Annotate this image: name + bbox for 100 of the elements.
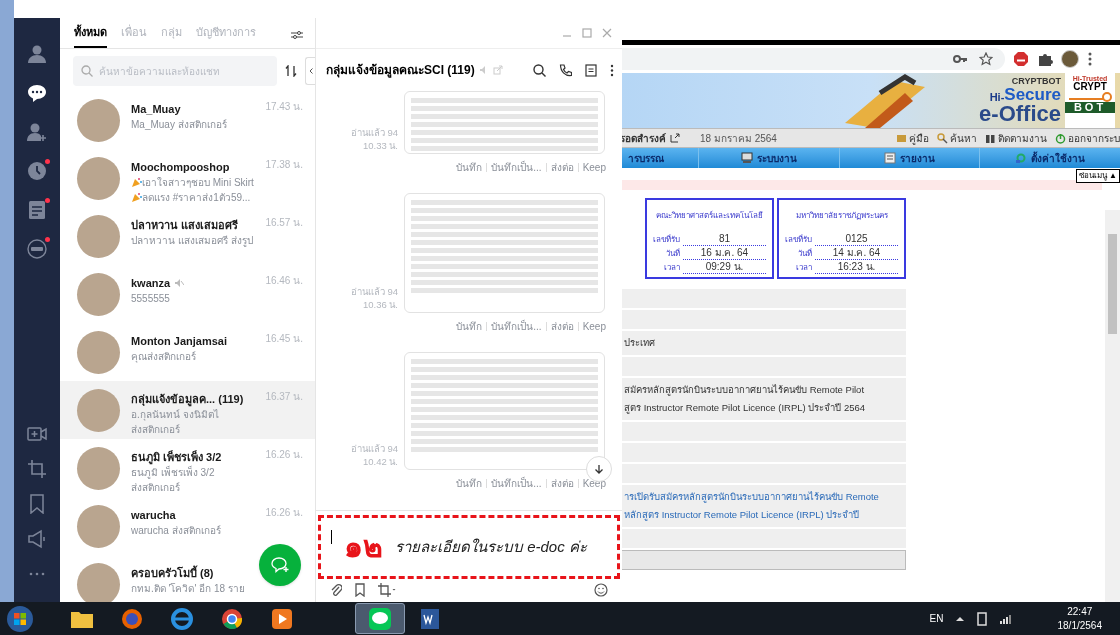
chevron-up-icon[interactable]: [955, 615, 964, 622]
toolbar-link[interactable]: ค้นหา: [950, 130, 977, 146]
chat-name: ปลาหวาน แสงเสมอศรี: [131, 218, 239, 233]
avatar-placeholder: [77, 447, 120, 490]
logo-text: Secure: [1004, 86, 1061, 103]
message-action-link[interactable]: บันทึก: [456, 160, 483, 175]
chat-name: Monton Janjamsai: [131, 334, 227, 349]
binoculars-icon[interactable]: [985, 132, 996, 144]
clock-time[interactable]: 22:47: [1067, 604, 1093, 619]
message-action-link[interactable]: บันทึกเป็น...: [491, 319, 542, 334]
read-receipt: อ่านแล้ว 94: [350, 126, 398, 139]
search-field[interactable]: ค้นหาข้อความและห้องแชท: [73, 56, 277, 86]
crop-icon[interactable]: [378, 583, 396, 597]
logo-text: CRYPTBOT: [1011, 77, 1061, 86]
toolbar-link[interactable]: ติดตามงาน: [998, 130, 1047, 146]
message-action-link[interactable]: ส่งต่อ: [550, 160, 574, 175]
message-preview: เอาใจสาวๆชอบ Mini Skirt: [142, 176, 254, 190]
crop-icon[interactable]: [27, 459, 47, 479]
chat-name: ธนภูมิ เพ็ชรเพ็ง 3/2: [131, 449, 222, 465]
document-link[interactable]: ารเปิดรับสมัครหลักสูตรนักบินระบบอากาศยานไร้คนขับ Remote: [624, 489, 906, 505]
message-action-link[interactable]: Keep: [582, 476, 606, 491]
message-action-link[interactable]: บันทึก: [456, 319, 483, 334]
network-icon[interactable]: [975, 611, 988, 626]
key-drawing: [1067, 92, 1113, 102]
tab[interactable]: ทั้งหมด: [74, 23, 107, 48]
message-preview: อ.กุลนันทน์ จงนิมิตไ: [131, 408, 219, 422]
avatar-placeholder: [77, 331, 120, 374]
search-icon: [81, 65, 93, 77]
chat-list-item[interactable]: กลุ่มแจ้งข้อมูลค... (119) อ.กุลนันทน์ จงนิมิตไ ส่งสติกเกอร์ 16.37 น.: [60, 381, 315, 439]
date-text: 18 มกราคม 2564: [700, 131, 777, 146]
message-action-link[interactable]: บันทึกเป็น...: [491, 160, 542, 175]
toolbar-link[interactable]: ออกจากระบ: [1068, 130, 1120, 146]
chat-time: 16.26 น.: [265, 506, 303, 520]
avatar-placeholder: [77, 563, 120, 602]
add-person-icon[interactable]: [27, 122, 47, 142]
more-icon[interactable]: [1087, 51, 1093, 67]
menu-item[interactable]: ตั้งค่าใช้งาน: [979, 148, 1120, 168]
scrollbar[interactable]: [1105, 210, 1120, 602]
video-add-icon[interactable]: [27, 424, 47, 444]
signal-icon[interactable]: [999, 613, 1012, 624]
key-icon[interactable]: [953, 52, 967, 66]
avatar-placeholder: [77, 157, 120, 200]
document-link[interactable]: หลักสูตร Instructor Remote Pilot Licence (IRPL) ประจำปี: [624, 507, 906, 523]
note-icon[interactable]: [585, 63, 597, 77]
toolbar-link[interactable]: คู่มือ: [909, 130, 929, 146]
chevron-left-icon: [308, 68, 313, 74]
more-icon[interactable]: [610, 63, 614, 77]
field-label: วันที่: [665, 247, 681, 260]
avatar-placeholder[interactable]: [1061, 50, 1079, 68]
avatar-placeholder: [77, 389, 120, 432]
field-label: เวลา: [663, 262, 681, 274]
speech-bubble-icon: [367, 605, 393, 632]
chat-time: 17.43 น.: [265, 100, 303, 114]
avatar-placeholder: [77, 99, 120, 142]
paperclip-icon[interactable]: [330, 583, 342, 597]
message-action-link[interactable]: ส่งต่อ: [550, 319, 574, 334]
external-link-icon[interactable]: [670, 133, 680, 143]
read-receipt: อ่านแล้ว 94: [350, 285, 398, 298]
field-value: 09:29 น.: [683, 260, 766, 274]
message-input-text[interactable]: รายละเอียดในระบบ e-doc ค่ะ: [395, 535, 587, 559]
windows-logo-icon: [6, 604, 34, 633]
message-action-link[interactable]: ส่งต่อ: [550, 476, 574, 491]
chat-time: 16.57 น.: [265, 216, 303, 230]
menu-item[interactable]: ระบบงาน: [697, 148, 839, 168]
megaphone-icon[interactable]: [27, 529, 47, 549]
bookmark-icon[interactable]: [354, 583, 366, 597]
language-indicator[interactable]: EN: [929, 611, 944, 626]
search-icon[interactable]: [533, 63, 546, 77]
clock-date[interactable]: 18/1/2564: [1057, 618, 1102, 633]
phone-icon[interactable]: [559, 63, 572, 77]
clock-icon[interactable]: [27, 161, 47, 181]
hide-menu-button[interactable]: ซ่อนเมนู ▲: [1075, 169, 1120, 183]
sort-icon[interactable]: [285, 65, 297, 77]
logo-text: Hi-: [989, 92, 1005, 103]
search-icon[interactable]: [937, 132, 948, 144]
puzzle-icon[interactable]: [1037, 51, 1053, 67]
message-action-link[interactable]: บันทึกเป็น...: [491, 476, 542, 491]
field-label: เลขที่รับ: [785, 233, 813, 246]
chat-icon[interactable]: [27, 83, 47, 103]
party-popper-icon: [131, 192, 142, 203]
bookmark-icon[interactable]: [27, 494, 47, 514]
adblock-icon[interactable]: [1013, 51, 1029, 67]
filter-icon[interactable]: [291, 30, 303, 40]
message-preview: 5555555: [131, 292, 170, 306]
message-preview: ปลาหวาน แสงเสมอศรี ส่งรูป: [131, 234, 253, 248]
message-action-link[interactable]: Keep: [582, 160, 606, 175]
power-icon[interactable]: [1055, 132, 1066, 144]
computer-icon: [740, 152, 753, 164]
scrollbar-thumb[interactable]: [1108, 234, 1117, 334]
message-preview: คุณส่งสติกเกอร์: [131, 350, 196, 364]
user-name: รอดสำรงค์: [620, 131, 666, 146]
person-icon[interactable]: [27, 44, 47, 64]
emoji-icon[interactable]: [594, 583, 608, 597]
message-action-link[interactable]: Keep: [582, 319, 606, 334]
field-value: 14 ม.ค. 64: [815, 246, 898, 260]
star-icon[interactable]: [979, 52, 993, 66]
menu-item[interactable]: ารบรรณ: [620, 148, 698, 168]
menu-item[interactable]: รายงาน: [838, 148, 980, 168]
message-action-link[interactable]: บันทึก: [456, 476, 483, 491]
taskbar-app-button[interactable]: [355, 603, 405, 634]
